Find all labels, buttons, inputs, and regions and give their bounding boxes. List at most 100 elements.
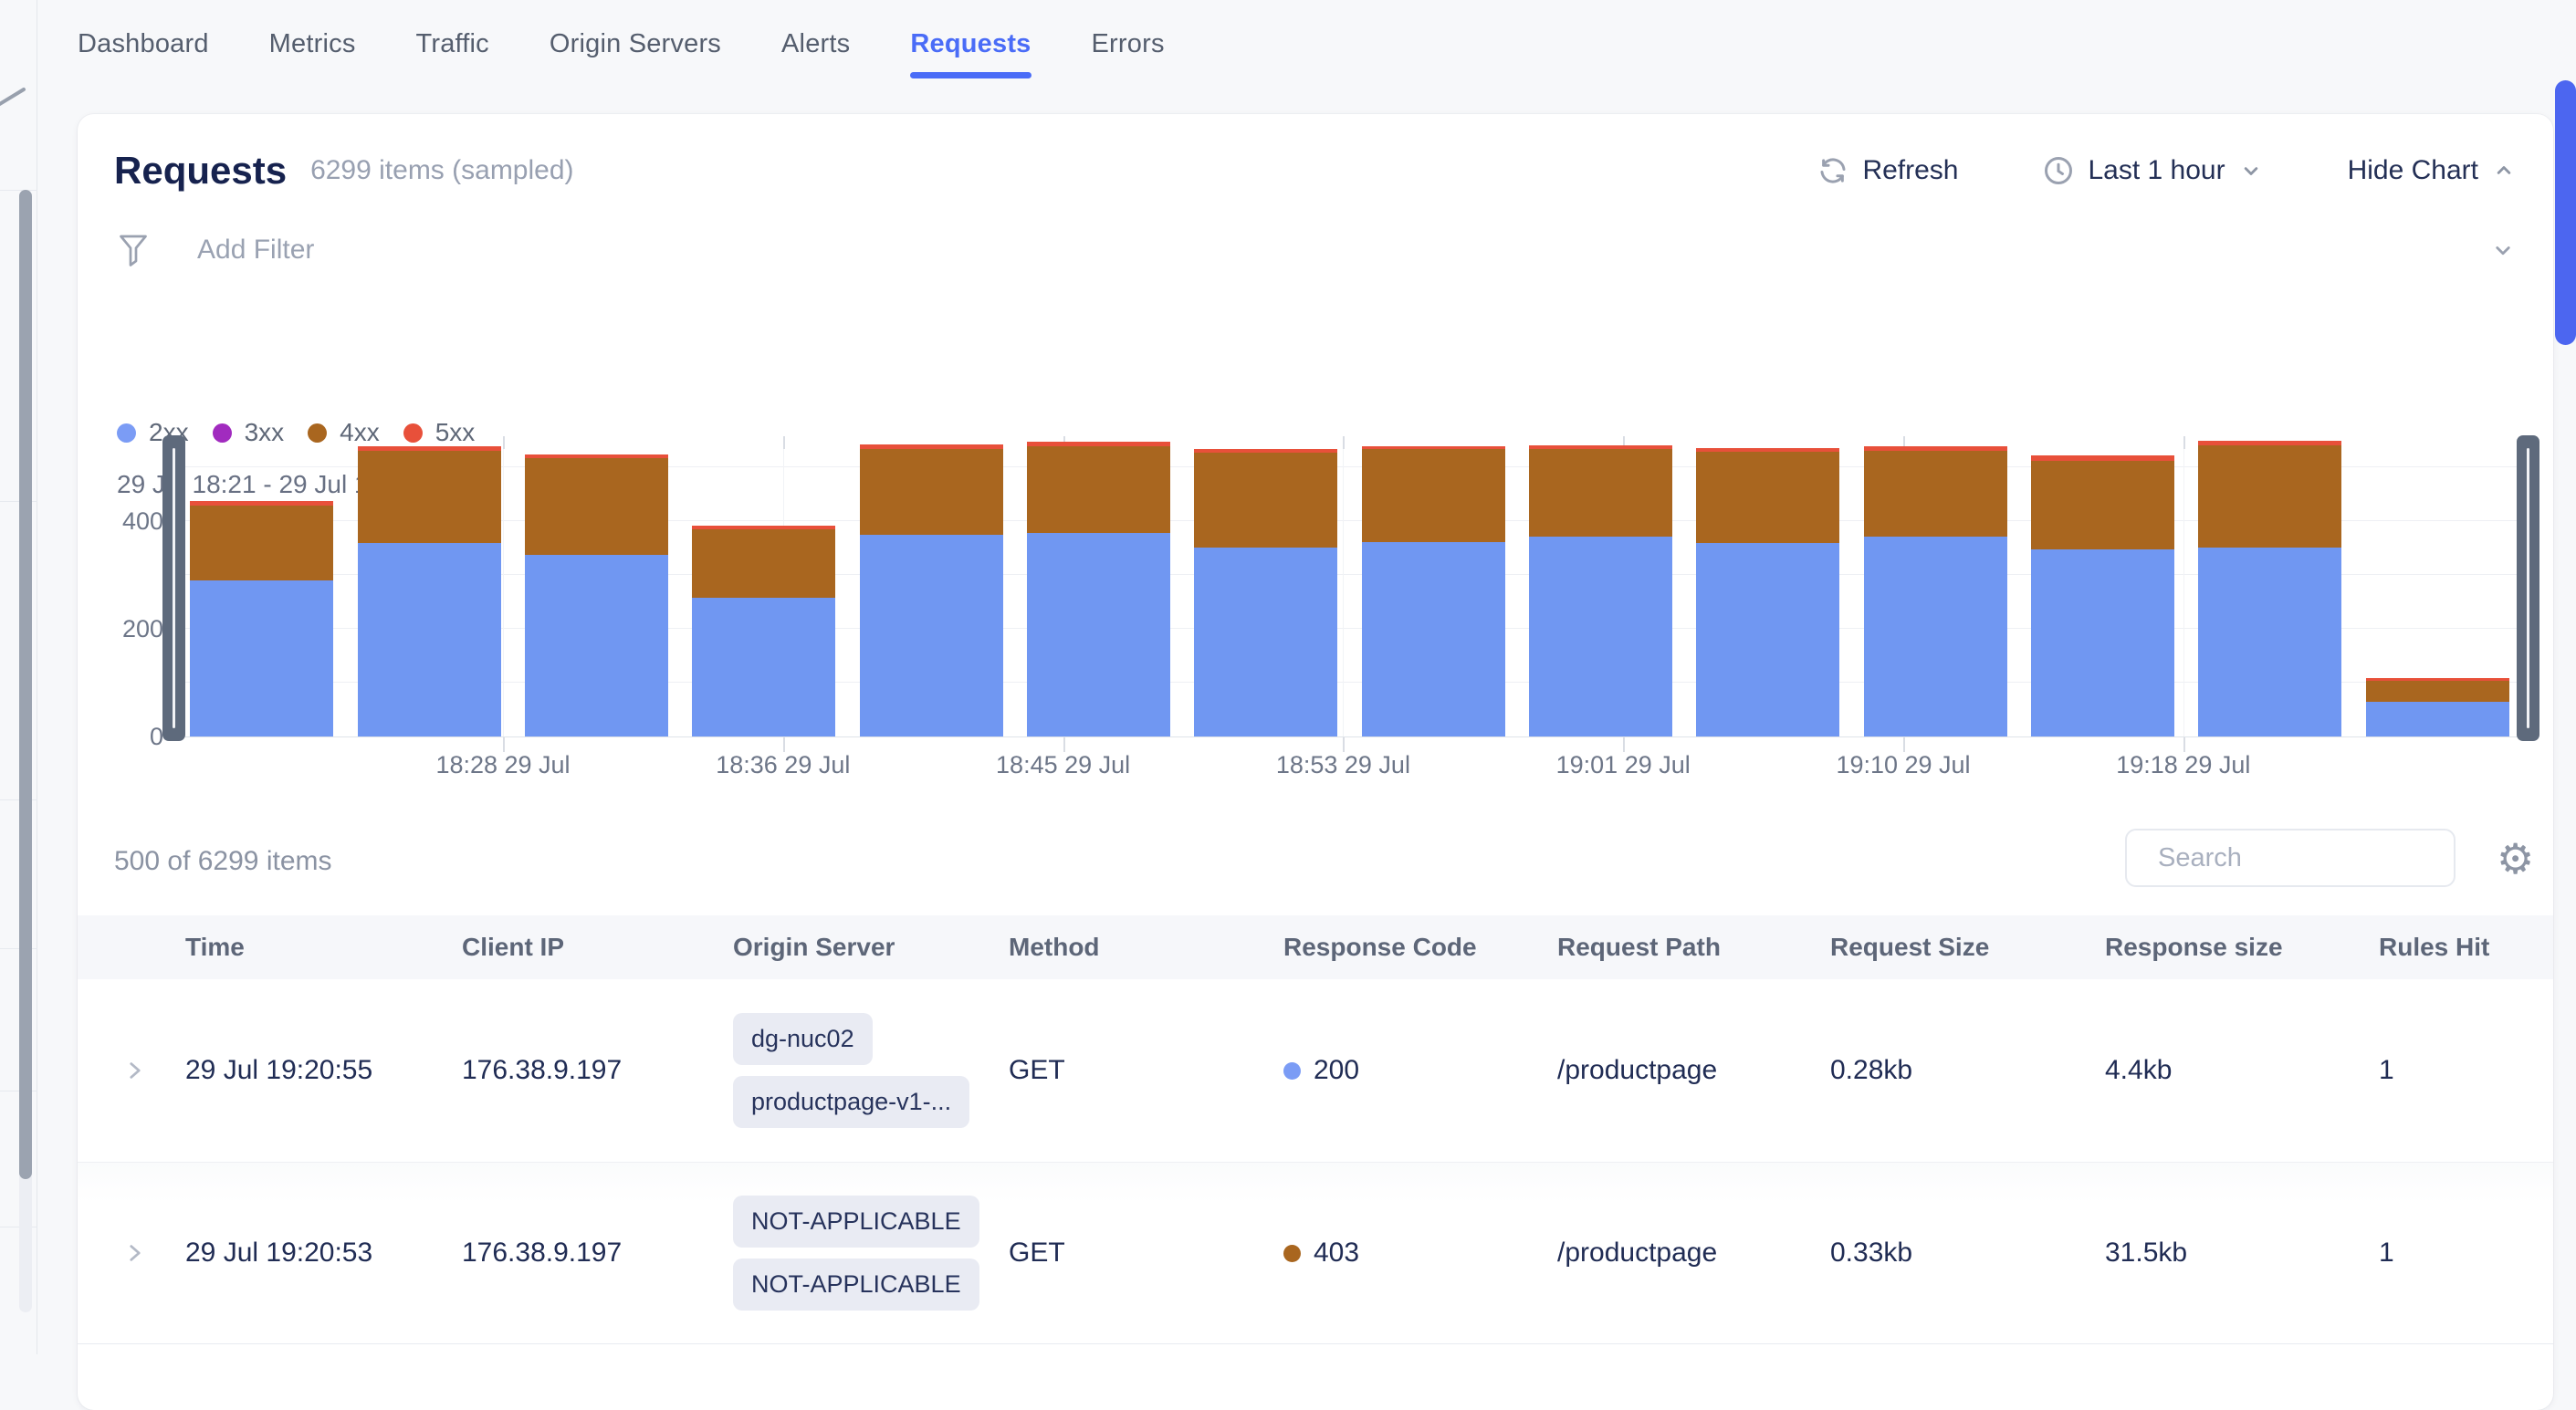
- chart-tick: [1903, 737, 1905, 752]
- chevron-down-icon: [2238, 158, 2264, 183]
- bar-segment-4xx: [1696, 452, 1839, 543]
- tab-errors[interactable]: Errors: [1092, 0, 1165, 88]
- bar-segment-2xx: [2366, 702, 2509, 736]
- bar-stack: [1194, 449, 1337, 736]
- cell-time: 29 Jul 19:20:55: [185, 1055, 372, 1086]
- bar-segment-2xx: [2198, 548, 2341, 736]
- bar-segment-4xx: [2366, 681, 2509, 701]
- refresh-label: Refresh: [1862, 155, 1958, 186]
- chart-bar-5[interactable]: [847, 435, 1014, 736]
- chart-bar-14[interactable]: [2354, 435, 2521, 736]
- chart-bar-8[interactable]: [1350, 435, 1517, 736]
- chart-bar-9[interactable]: [1517, 435, 1684, 736]
- cell-origin-server: NOT-APPLICABLE NOT-APPLICABLE: [733, 1196, 979, 1311]
- time-range-label: Last 1 hour: [2088, 155, 2225, 186]
- chart-bar-13[interactable]: [2186, 435, 2353, 736]
- search-input[interactable]: [2158, 843, 2502, 873]
- chart-bar-1[interactable]: [178, 435, 345, 736]
- cell-client-ip: 176.38.9.197: [462, 1238, 622, 1269]
- chart-bar-4[interactable]: [680, 435, 847, 736]
- chart-tick: [1623, 737, 1625, 752]
- response-code-value: 403: [1314, 1238, 1359, 1269]
- panel-header: Requests 6299 items (sampled) Refresh La…: [114, 140, 2517, 202]
- bar-segment-4xx: [2198, 445, 2341, 548]
- tab-origin-servers[interactable]: Origin Servers: [550, 0, 721, 88]
- column-header-response-code: Response Code: [1283, 933, 1477, 962]
- rail-scrollbar-thumb[interactable]: [19, 190, 32, 1179]
- tab-metrics[interactable]: Metrics: [269, 0, 356, 88]
- y-tick-label: 200: [99, 615, 163, 643]
- origin-server-tag: NOT-APPLICABLE: [733, 1196, 979, 1248]
- bar-segment-4xx: [860, 449, 1003, 535]
- bar-segment-2xx: [692, 598, 835, 736]
- bar-segment-4xx: [692, 529, 835, 598]
- chart-bar-12[interactable]: [2019, 435, 2186, 736]
- response-code: 403: [1283, 1238, 1359, 1269]
- bar-stack: [2198, 441, 2341, 736]
- tab-alerts[interactable]: Alerts: [781, 0, 850, 88]
- chart-plot: [178, 436, 2521, 737]
- tab-traffic[interactable]: Traffic: [416, 0, 489, 88]
- response-code-value: 200: [1314, 1055, 1359, 1086]
- bar-segment-4xx: [1529, 449, 1672, 536]
- requests-chart: 0200400 18:28 29 Jul18:36 29 Jul18:45 29…: [114, 415, 2544, 803]
- response-code: 200: [1283, 1055, 1359, 1086]
- column-header-request-size: Request Size: [1830, 933, 1989, 962]
- filter-bar[interactable]: Add Filter: [117, 220, 2517, 280]
- bar-segment-4xx: [1864, 451, 2007, 537]
- chart-bar-6[interactable]: [1015, 435, 1182, 736]
- column-header-origin-server: Origin Server: [733, 933, 895, 962]
- chart-brush-handle-right[interactable]: [2517, 435, 2539, 741]
- bar-stack: [1864, 446, 2007, 736]
- chart-bar-11[interactable]: [1852, 435, 2019, 736]
- response-code-dot: [1283, 1062, 1301, 1080]
- search-box: [2125, 829, 2456, 887]
- bar-segment-2xx: [1696, 543, 1839, 736]
- bar-stack: [860, 444, 1003, 736]
- cell-request-path: /productpage: [1557, 1238, 1717, 1269]
- tab-requests[interactable]: Requests: [910, 0, 1031, 88]
- refresh-icon: [1817, 154, 1849, 187]
- cell-request-path: /productpage: [1557, 1055, 1717, 1086]
- left-rail: [0, 0, 37, 1354]
- page-scrollbar-thumb[interactable]: [2555, 80, 2576, 345]
- bar-stack: [525, 454, 668, 736]
- list-summary: 500 of 6299 items: [114, 846, 332, 877]
- y-tick-label: 400: [99, 507, 163, 536]
- x-tick-label: 19:18 29 Jul: [2083, 751, 2284, 779]
- origin-server-tag: NOT-APPLICABLE: [733, 1259, 979, 1311]
- table-settings-gear-icon[interactable]: ⚙: [2497, 831, 2534, 886]
- bar-segment-2xx: [1362, 542, 1505, 736]
- rail-divider: [0, 190, 37, 191]
- hide-chart-button[interactable]: Hide Chart: [2348, 155, 2517, 186]
- filter-expand-chevron-icon[interactable]: [2489, 236, 2517, 264]
- x-tick-label: 19:01 29 Jul: [1523, 751, 1723, 779]
- chart-tick: [1343, 737, 1345, 752]
- chart-bar-2[interactable]: [345, 435, 512, 736]
- row-expand-chevron-icon[interactable]: [123, 1053, 147, 1088]
- refresh-button[interactable]: Refresh: [1817, 154, 1958, 187]
- chart-tick: [2183, 737, 2185, 752]
- items-summary: 6299 items (sampled): [310, 155, 573, 186]
- cell-time: 29 Jul 19:20:53: [185, 1238, 372, 1269]
- time-range-dropdown[interactable]: Last 1 hour: [2042, 154, 2263, 187]
- bar-segment-2xx: [860, 535, 1003, 736]
- origin-server-tags: dg-nuc02productpage-v1-...: [733, 1013, 969, 1128]
- bar-segment-4xx: [190, 506, 333, 581]
- bar-stack: [1529, 445, 1672, 736]
- tab-dashboard[interactable]: Dashboard: [78, 0, 209, 88]
- x-tick-label: 18:53 29 Jul: [1242, 751, 1443, 779]
- cell-response-code: 403: [1283, 1238, 1359, 1269]
- chart-bar-7[interactable]: [1182, 435, 1349, 736]
- bar-segment-2xx: [190, 580, 333, 736]
- bar-segment-2xx: [2031, 549, 2174, 736]
- bar-segment-4xx: [2031, 461, 2174, 549]
- table-row[interactable]: 29 Jul 19:20:53 176.38.9.197 NOT-APPLICABL…: [78, 1162, 2553, 1344]
- rail-collapse-icon[interactable]: [0, 82, 29, 113]
- chart-bar-3[interactable]: [513, 435, 680, 736]
- row-expand-chevron-icon[interactable]: [123, 1236, 147, 1270]
- table-row[interactable]: 29 Jul 19:20:55176.38.9.197dg-nuc02produ…: [78, 979, 2553, 1162]
- cell-method: GET: [1009, 1055, 1065, 1086]
- chart-bar-10[interactable]: [1684, 435, 1851, 736]
- chart-brush-handle-left[interactable]: [162, 435, 185, 741]
